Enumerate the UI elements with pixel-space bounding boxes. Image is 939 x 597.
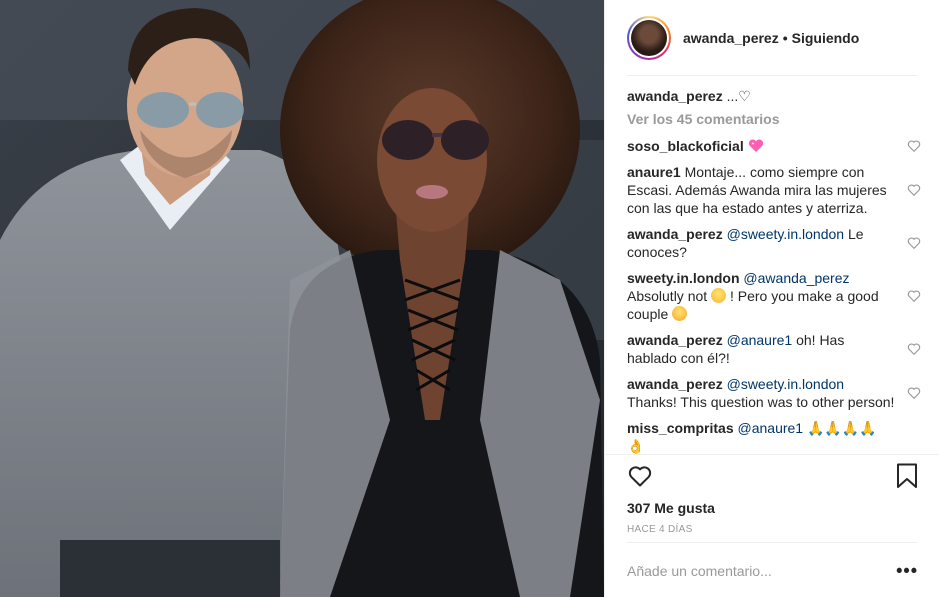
more-options-button[interactable]: ••• bbox=[896, 560, 918, 581]
comment-mention[interactable]: @anaure1 bbox=[738, 420, 804, 436]
comment-text: Thanks! This question was to other perso… bbox=[627, 394, 895, 410]
avatar[interactable] bbox=[627, 16, 671, 60]
comment-item: awanda_perez @sweety.in.london Le conoce… bbox=[627, 225, 927, 261]
action-icons-row bbox=[627, 463, 918, 491]
like-comment-heart-icon[interactable] bbox=[907, 289, 921, 303]
laughing-emoji-icon bbox=[711, 288, 727, 303]
heart-icon[interactable] bbox=[627, 463, 653, 489]
comment-username[interactable]: anaure1 bbox=[627, 164, 681, 180]
smiling-emoji-icon bbox=[672, 306, 688, 321]
bookmark-icon[interactable] bbox=[896, 463, 918, 489]
comment-text: Absolutly not bbox=[627, 288, 708, 304]
comment-mention[interactable]: @sweety.in.london bbox=[727, 226, 844, 242]
comment-mention[interactable]: @sweety.in.london bbox=[727, 376, 844, 392]
caption-username[interactable]: awanda_perez bbox=[627, 88, 723, 104]
comment-item: soso_blackoficial bbox=[627, 137, 927, 155]
like-comment-heart-icon[interactable] bbox=[907, 386, 921, 400]
pink-heart-icon bbox=[748, 139, 763, 152]
comment-item: awanda_perez @sweety.in.london Thanks! T… bbox=[627, 375, 927, 411]
like-comment-heart-icon[interactable] bbox=[907, 139, 921, 153]
comment-username[interactable]: awanda_perez bbox=[627, 332, 723, 348]
view-all-comments-link[interactable]: Ver los 45 comentarios bbox=[627, 111, 927, 127]
comment-mention[interactable]: @anaure1 bbox=[727, 332, 793, 348]
comment-username[interactable]: sweety.in.london bbox=[627, 270, 740, 286]
caption-text: ...♡ bbox=[726, 88, 751, 104]
comment-mention[interactable]: @awanda_perez bbox=[743, 270, 849, 286]
post-photo[interactable] bbox=[0, 0, 604, 597]
post-header: awanda_perez • Siguiendo bbox=[605, 0, 939, 76]
comments-list[interactable]: awanda_perez ...♡ Ver los 45 comentarios… bbox=[627, 87, 927, 454]
comment-username[interactable]: awanda_perez bbox=[627, 226, 723, 242]
comment-item: awanda_perez @anaure1 oh! Has hablado co… bbox=[627, 331, 927, 367]
comment-item: sweety.in.london @awanda_perez Absolutly… bbox=[627, 269, 927, 323]
like-comment-heart-icon[interactable] bbox=[907, 183, 921, 197]
header-username[interactable]: awanda_perez bbox=[683, 30, 779, 46]
caption: awanda_perez ...♡ bbox=[627, 87, 927, 105]
header-separator: • bbox=[782, 30, 788, 46]
comment-item: miss_compritas @anaure1 🙏🙏🙏🙏 👌 bbox=[627, 419, 927, 454]
comment-item: anaure1 Montaje... como siempre con Esca… bbox=[627, 163, 927, 217]
like-comment-heart-icon[interactable] bbox=[907, 236, 921, 250]
add-comment-bar: ••• bbox=[627, 542, 918, 597]
comment-username[interactable]: miss_compritas bbox=[627, 420, 734, 436]
post-image bbox=[0, 0, 604, 597]
comment-username[interactable]: awanda_perez bbox=[627, 376, 723, 392]
comment-username[interactable]: soso_blackoficial bbox=[627, 138, 744, 154]
like-comment-heart-icon[interactable] bbox=[907, 342, 921, 356]
post-side-panel: awanda_perez • Siguiendo awanda_perez ..… bbox=[604, 0, 939, 597]
following-button[interactable]: Siguiendo bbox=[792, 30, 860, 46]
comment-input[interactable] bbox=[627, 562, 887, 579]
post-actions: 307 Me gusta HACE 4 DÍAS ••• bbox=[605, 454, 939, 597]
post-container: awanda_perez • Siguiendo awanda_perez ..… bbox=[0, 0, 939, 597]
likes-count[interactable]: 307 Me gusta bbox=[627, 500, 715, 516]
avatar-image bbox=[631, 20, 667, 56]
post-timestamp[interactable]: HACE 4 DÍAS bbox=[627, 524, 693, 535]
